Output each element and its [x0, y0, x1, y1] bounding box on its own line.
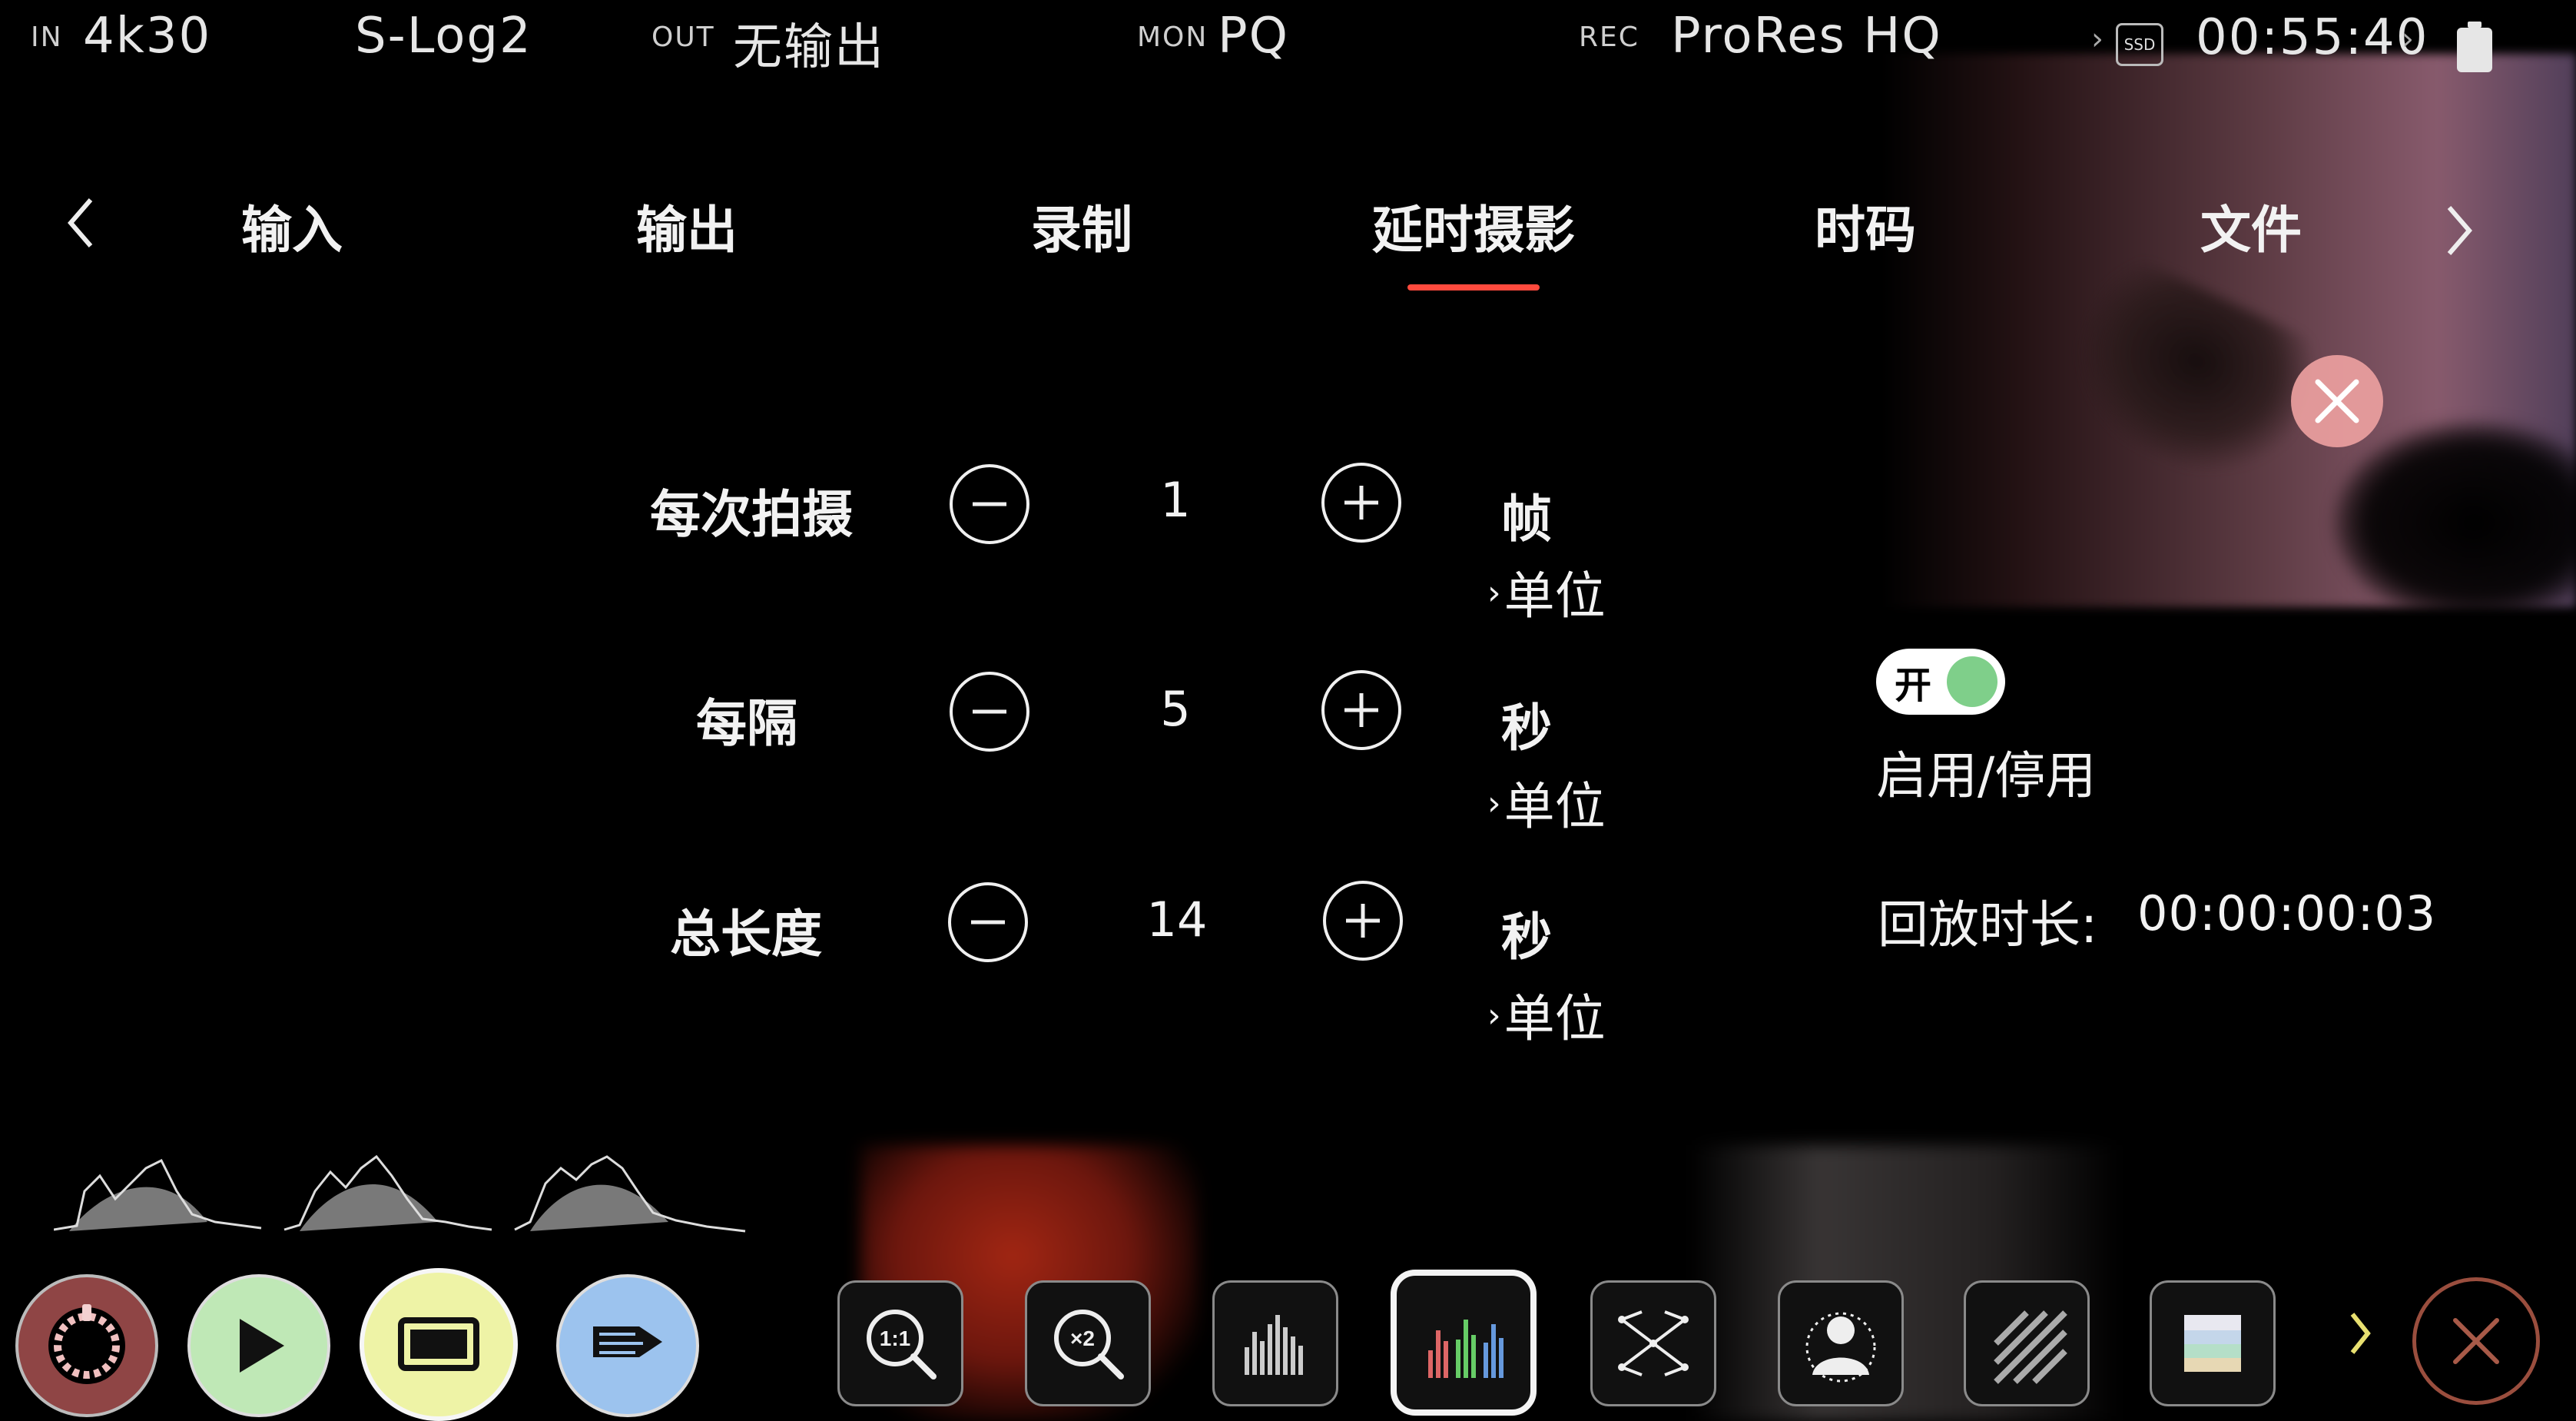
chevron-right-icon: ›	[2091, 22, 2104, 57]
input-format[interactable]: 4k30	[83, 8, 211, 65]
svg-text:×2: ×2	[1070, 1326, 1095, 1350]
timecode-display[interactable]: 00:55:40	[2196, 9, 2428, 66]
enable-toggle-caption: 启用/停用	[1876, 746, 2097, 805]
minus-icon	[973, 502, 1006, 506]
chevron-right-icon	[2447, 206, 2472, 255]
ssd-icon[interactable]: SSD	[2116, 23, 2163, 66]
record-dial-icon	[48, 1304, 125, 1384]
play-button[interactable]	[187, 1274, 330, 1417]
battery-icon	[2457, 22, 2492, 72]
chevron-right-icon: ›	[1487, 996, 1501, 1035]
svg-text:1:1: 1:1	[880, 1326, 910, 1350]
enable-toggle[interactable]: 开	[1876, 649, 2005, 715]
playback-duration-value: 00:00:00:03	[2137, 885, 2437, 941]
tag-button[interactable]	[556, 1274, 699, 1417]
total-duration-label: 总长度	[670, 905, 822, 964]
active-tab-indicator	[1407, 284, 1540, 291]
tag-icon	[593, 1326, 662, 1357]
interval-label: 每隔	[696, 694, 797, 753]
zoom-x2-tool[interactable]: ×2	[1025, 1280, 1151, 1406]
out-label: OUT	[651, 22, 715, 53]
rec-label: REC	[1579, 22, 1639, 53]
frames-unit: 帧	[1501, 490, 1552, 549]
interval-unit-selector[interactable]: ›单位	[1487, 765, 1606, 839]
waveform-icon	[1245, 1315, 1303, 1375]
tab-prev-arrow[interactable]	[61, 192, 100, 257]
duration-decrement-button[interactable]	[948, 882, 1028, 962]
rgb-parade-tool[interactable]	[1391, 1270, 1537, 1416]
minus-icon	[971, 920, 1005, 925]
zebra-icon	[1994, 1310, 2067, 1384]
display-mode-button[interactable]	[360, 1268, 518, 1421]
chevron-right-icon: ›	[1487, 573, 1501, 613]
minus-icon	[973, 709, 1006, 714]
playback-duration-label: 回放时长:	[1878, 895, 2098, 955]
gamma-value[interactable]: S-Log2	[355, 8, 532, 65]
tab-output[interactable]: 输出	[610, 189, 764, 263]
plus-icon	[1346, 904, 1380, 938]
plus-icon	[1344, 693, 1378, 727]
duration-unit: 秒	[1501, 908, 1552, 967]
interval-value: 5	[1160, 681, 1191, 737]
mon-label: MON	[1137, 22, 1208, 53]
display-frame-icon	[398, 1316, 479, 1371]
zoom-x2-icon: ×2	[1054, 1310, 1124, 1379]
focus-peaking-tool[interactable]	[1590, 1280, 1716, 1406]
color-bars-tool[interactable]	[2150, 1280, 2276, 1406]
frames-unit-selector[interactable]: ›单位	[1487, 555, 1606, 629]
monitor-value[interactable]: PQ	[1218, 8, 1289, 65]
duration-unit-selector[interactable]: ›单位	[1487, 978, 1606, 1051]
focus-peaking-icon	[1618, 1310, 1689, 1376]
close-toolbar-button[interactable]	[2412, 1277, 2540, 1405]
toolbar-next-arrow[interactable]	[2345, 1306, 2375, 1363]
waveform-overlay	[53, 1145, 753, 1245]
chevron-left-icon	[68, 198, 93, 247]
rgb-parade-icon	[1428, 1320, 1503, 1378]
tab-timelapse[interactable]: 延时摄影	[1335, 189, 1612, 263]
tab-record[interactable]: 录制	[1005, 189, 1159, 263]
close-icon	[2453, 1318, 2499, 1364]
output-value[interactable]: 无输出	[733, 8, 885, 78]
record-codec[interactable]: ProRes HQ	[1671, 8, 1942, 65]
tab-next-arrow[interactable]	[2440, 200, 2478, 264]
false-color-tool[interactable]	[1778, 1280, 1904, 1406]
record-button[interactable]	[15, 1274, 158, 1417]
chevron-right-icon: ›	[2402, 22, 2414, 57]
zoom-1to1-icon: 1:1	[867, 1310, 937, 1379]
close-icon	[2315, 379, 2359, 423]
in-label: IN	[31, 22, 63, 53]
frames-value: 1	[1160, 472, 1191, 528]
color-bars-icon	[2184, 1315, 2241, 1372]
chevron-right-icon	[2350, 1313, 2371, 1354]
tab-timecode[interactable]: 时码	[1789, 189, 1942, 263]
frames-decrement-button[interactable]	[950, 464, 1029, 544]
interval-decrement-button[interactable]	[950, 672, 1029, 752]
play-icon	[240, 1319, 284, 1373]
tab-input[interactable]: 输入	[215, 189, 369, 263]
false-color-icon	[1805, 1312, 1876, 1383]
waveform-tool[interactable]	[1212, 1280, 1338, 1406]
zebra-tool[interactable]	[1964, 1280, 2090, 1406]
interval-unit: 秒	[1501, 699, 1552, 758]
zoom-1to1-tool[interactable]: 1:1	[837, 1280, 963, 1406]
toggle-knob	[1947, 656, 1997, 707]
interval-increment-button[interactable]	[1321, 670, 1401, 750]
frames-per-shot-label: 每次拍摄	[650, 485, 853, 544]
chevron-right-icon: ›	[1487, 784, 1501, 823]
duration-value: 14	[1146, 891, 1208, 948]
close-panel-button[interactable]	[2291, 355, 2383, 447]
toggle-state-label: 开	[1895, 664, 1932, 707]
duration-increment-button[interactable]	[1323, 881, 1403, 961]
plus-icon	[1344, 486, 1378, 520]
frames-increment-button[interactable]	[1321, 463, 1401, 543]
tab-files[interactable]: 文件	[2174, 189, 2328, 263]
